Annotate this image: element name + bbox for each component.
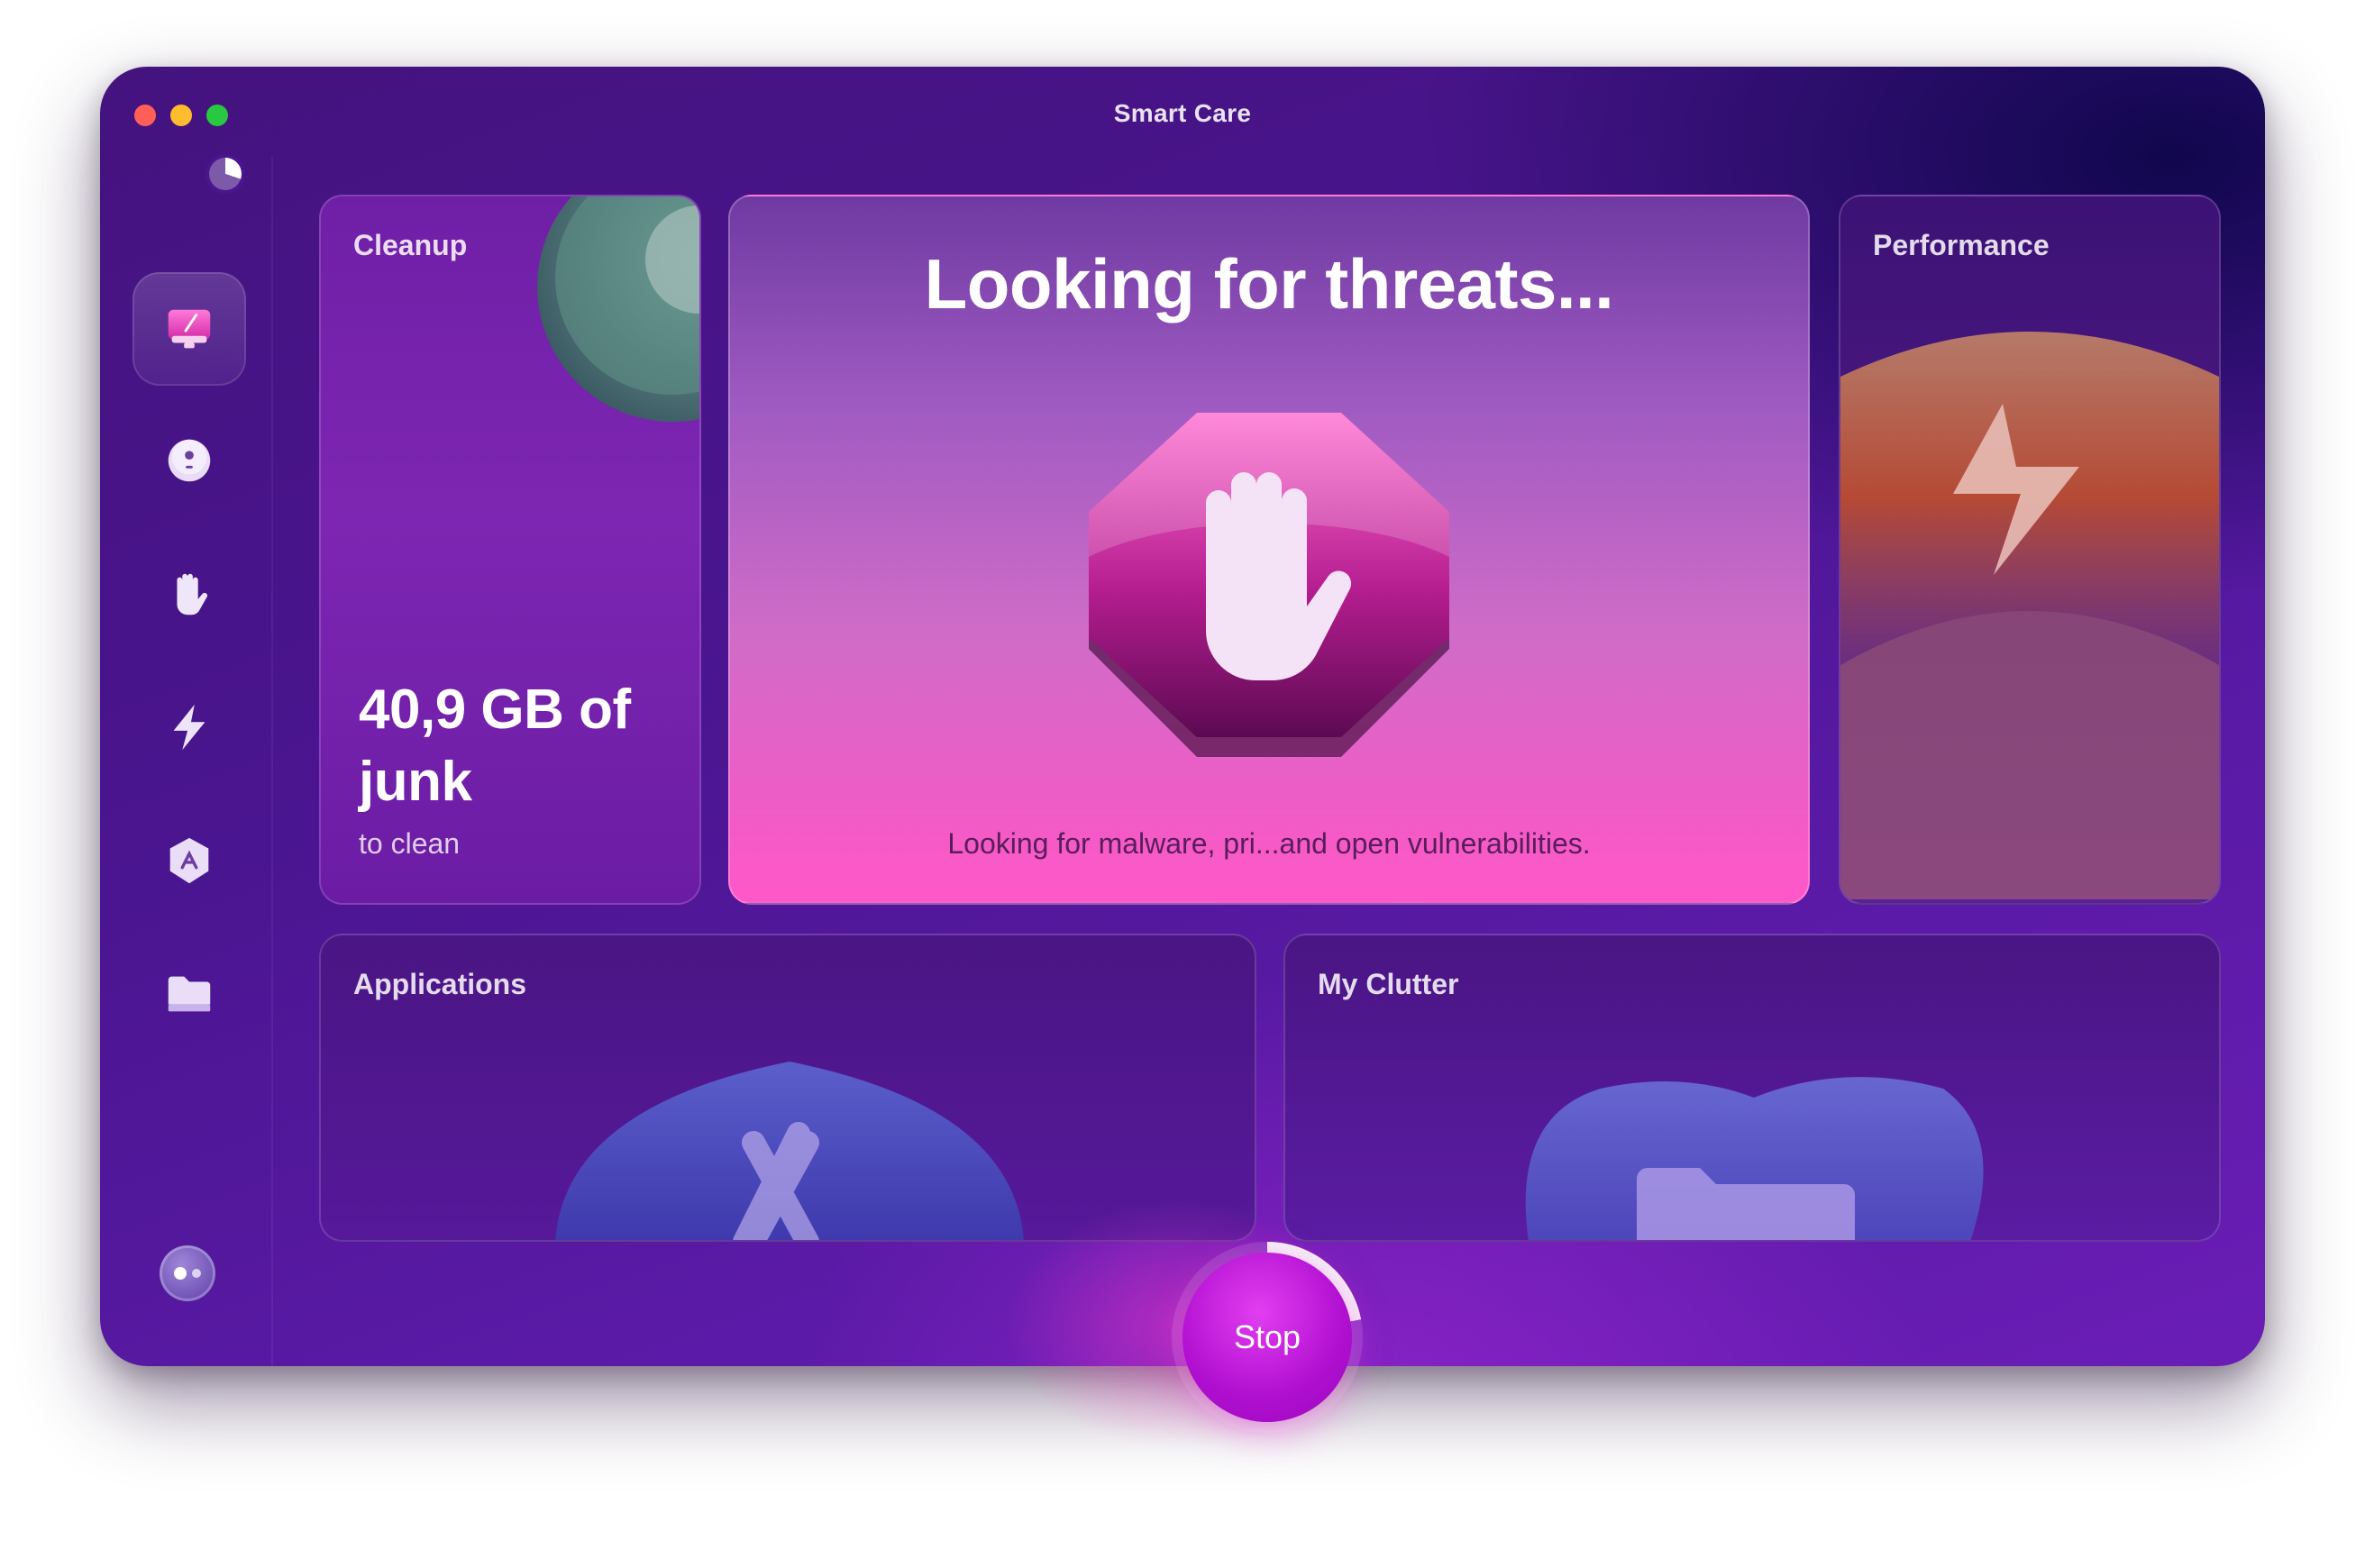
sidebar-item-smart-care[interactable] xyxy=(132,272,246,386)
cleanup-drive-illustration xyxy=(537,196,699,422)
protection-card: Looking for threats... Looking for malwa… xyxy=(728,195,1810,905)
sidebar-item-applications[interactable] xyxy=(132,804,246,917)
junk-caption: to clean xyxy=(359,827,461,860)
clutter-card[interactable]: My Clutter xyxy=(1283,934,2221,1242)
applications-card-title: Applications xyxy=(353,968,527,1000)
window-title: Smart Care xyxy=(1113,99,1252,127)
clutter-folder-illustration xyxy=(1525,1077,1984,1240)
cleanup-card[interactable]: Cleanup 40,9 GB of junk to clean xyxy=(319,195,701,905)
clutter-card-title: My Clutter xyxy=(1318,968,1459,1000)
applications-icon xyxy=(169,837,209,884)
files-icon xyxy=(168,976,211,1012)
performance-shield-illustration xyxy=(1840,332,2219,899)
stop-scan-button[interactable]: Stop xyxy=(1182,1253,1352,1422)
assistant-icon xyxy=(174,1267,187,1280)
performance-icon xyxy=(173,704,205,751)
app-window: Smart Care Cleanup 40,9 GB of junk to cl… xyxy=(100,67,2265,1366)
sidebar-item-protection[interactable] xyxy=(132,537,246,651)
cleanup-card-title: Cleanup xyxy=(353,229,468,261)
protection-hand-icon xyxy=(1089,413,1449,757)
sidebar-item-performance[interactable] xyxy=(132,670,246,784)
applications-illustration xyxy=(555,1062,1024,1240)
smart-care-progress-indicator xyxy=(209,158,242,190)
scan-status-description: Looking for malware, pri...and open vuln… xyxy=(947,827,1591,860)
sidebar-item-cleanup[interactable] xyxy=(132,404,246,517)
sidebar-item-files[interactable] xyxy=(132,937,246,1051)
protection-icon xyxy=(177,573,208,615)
cleanup-icon xyxy=(168,439,211,482)
assistant-button[interactable] xyxy=(160,1245,215,1301)
performance-card-title: Performance xyxy=(1873,229,2050,261)
scan-status-headline: Looking for threats... xyxy=(924,244,1614,324)
performance-card[interactable]: Performance xyxy=(1839,195,2221,905)
smart-care-icon xyxy=(168,309,211,349)
applications-card[interactable]: Applications xyxy=(319,934,1256,1242)
junk-amount: 40,9 GB of junk xyxy=(359,679,631,813)
